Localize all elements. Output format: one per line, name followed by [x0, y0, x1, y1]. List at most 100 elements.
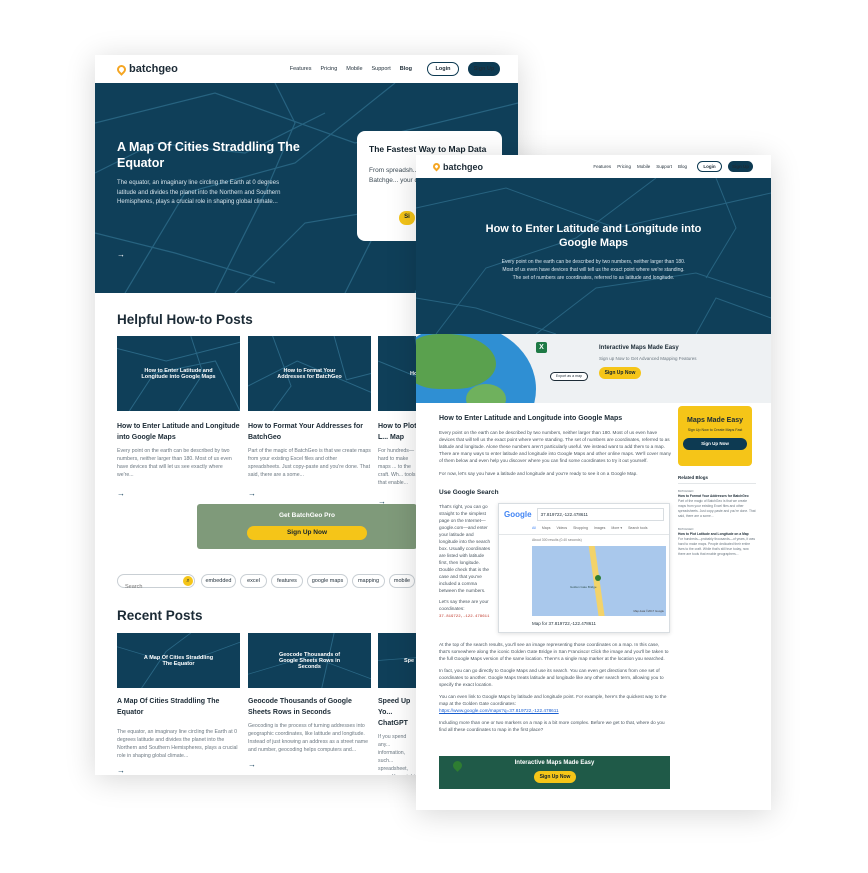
- related-item[interactable]: BATCHGEO How to Format Your Addresses fo…: [678, 489, 756, 519]
- article-hero: How to Enter Latitude and Longitude into…: [416, 178, 771, 334]
- coordinates-code: 37.819722,-122.478611: [439, 615, 490, 619]
- google-maps-link[interactable]: https://www.google.com/maps?q=37.819722,…: [439, 707, 671, 714]
- banner-subtitle: Sign up Now to Get Advanced Mapping Feat…: [599, 356, 697, 361]
- recent-card[interactable]: Geocode Thousands of Google Sheets Rows …: [248, 633, 371, 769]
- google-tab[interactable]: Videos: [556, 525, 567, 532]
- banner-title: Interactive Maps Made Easy: [599, 345, 679, 351]
- site-header: batchgeo Features Pricing Mobile Support…: [416, 155, 771, 178]
- tag-google-maps[interactable]: google maps: [307, 574, 348, 588]
- nav-blog[interactable]: Blog: [400, 66, 412, 72]
- google-search-screenshot: Google 37.819722,-122.478611 All Maps Vi…: [498, 503, 670, 633]
- tag-mapping[interactable]: mapping: [352, 574, 385, 588]
- sidebar-signup-button[interactable]: Sign Up Now: [683, 438, 747, 450]
- section-heading: Use Google Search: [439, 489, 499, 496]
- nav-blog[interactable]: Blog: [678, 164, 687, 169]
- howto-card[interactable]: How to Enter Latitude and Longitude into…: [117, 336, 240, 498]
- nav-features[interactable]: Features: [290, 66, 312, 72]
- post-thumbnail: How to Enter Latitude and Longitude into…: [117, 336, 240, 411]
- nav-pricing[interactable]: Pricing: [320, 66, 337, 72]
- post-title: How to Enter Latitude and Longitude into…: [117, 423, 240, 441]
- article-title: How to Enter Latitude and Longitude into…: [439, 415, 623, 422]
- map-lines-background: [416, 178, 771, 334]
- recent-card[interactable]: A Map Of Cities Straddling The Equator A…: [117, 633, 240, 775]
- search-bar: ⌕: [117, 574, 195, 593]
- google-tab[interactable]: Shopping: [573, 525, 588, 532]
- map-pin-icon: [115, 62, 128, 76]
- nav-mobile[interactable]: Mobile: [346, 66, 362, 72]
- read-more-arrow-icon[interactable]: →: [248, 760, 371, 769]
- google-tab[interactable]: Search tools: [628, 525, 647, 532]
- post-excerpt: Every point on the earth can be describe…: [117, 448, 232, 478]
- google-result-count: About 300 results (0.40 seconds): [532, 538, 582, 542]
- howto-card[interactable]: How to Format Your Addresses for BatchGe…: [248, 336, 371, 498]
- hero-arrow-icon[interactable]: →: [117, 250, 125, 259]
- article-body: How to Enter Latitude and Longitude into…: [439, 415, 671, 733]
- post-title: How to Format Your Addresses for BatchGe…: [248, 423, 363, 441]
- read-more-arrow-icon[interactable]: →: [117, 489, 240, 498]
- globe-illustration: [416, 334, 536, 403]
- post-excerpt: Geocoding is the process of turning addr…: [248, 723, 368, 753]
- login-button[interactable]: Login: [427, 62, 459, 76]
- bottom-cta-banner: Interactive Maps Made Easy Sign Up Now: [439, 756, 670, 789]
- tag-mobile[interactable]: mobile: [389, 574, 415, 588]
- pro-title: Get BatchGeo Pro: [279, 512, 335, 519]
- article-hero-title: How to Enter Latitude and Longitude into…: [485, 223, 702, 249]
- tag-excel[interactable]: excel: [240, 574, 267, 588]
- blog-article-page: batchgeo Features Pricing Mobile Support…: [416, 155, 771, 810]
- nav-mobile[interactable]: Mobile: [637, 164, 650, 169]
- post-excerpt: Part of the magic of BatchGeo is that we…: [248, 448, 371, 478]
- export-as-map-button[interactable]: Export as a map: [550, 372, 588, 381]
- search-input[interactable]: [118, 581, 174, 593]
- banner-signup-button[interactable]: Sign Up Now: [599, 367, 641, 379]
- nav-pricing[interactable]: Pricing: [617, 164, 631, 169]
- sidebar-cta-title: Maps Made Easy: [686, 417, 744, 424]
- nav-support[interactable]: Support: [656, 164, 672, 169]
- article-paragraph: Let's say these are your coordinates:: [439, 599, 489, 611]
- article-paragraph: Every point on the earth can be describe…: [439, 430, 671, 463]
- google-tab[interactable]: Images: [594, 525, 605, 532]
- pro-signup-button[interactable]: Sign Up Now: [247, 526, 367, 540]
- google-tab[interactable]: Maps: [542, 525, 551, 532]
- tag-features[interactable]: features: [271, 574, 303, 588]
- read-more-arrow-icon[interactable]: →: [248, 489, 371, 498]
- post-excerpt: If you spend any... information, such...…: [378, 734, 415, 775]
- article-paragraph: That's right, you can go straight to the…: [439, 504, 491, 593]
- batchgeo-logo[interactable]: batchgeo: [115, 62, 178, 76]
- post-thumbnail: Geocode Thousands of Google Sheets Rows …: [248, 633, 371, 688]
- post-title: Speed Up Yo... ChatGPT: [378, 698, 411, 727]
- post-excerpt: For hundreds— hard to make maps ... to t…: [378, 448, 416, 486]
- hero-title: A Map Of Cities Straddling The Equator: [117, 140, 300, 170]
- related-blogs: Related Blogs BATCHGEO How to Format You…: [678, 475, 756, 557]
- google-logo: Google: [504, 510, 532, 519]
- read-more-arrow-icon[interactable]: →: [117, 766, 240, 775]
- google-query-input[interactable]: 37.819722,-122.478611: [536, 508, 664, 521]
- article-paragraph: For now, let's say you have a latitude a…: [439, 471, 638, 476]
- map-footer: Map data ©2017 Google: [633, 609, 664, 613]
- post-title: How to Plot L... Map: [378, 423, 417, 441]
- google-map-preview[interactable]: Golden Gate Bridge Map data ©2017 Google: [532, 546, 666, 616]
- login-button[interactable]: Login: [697, 161, 722, 172]
- tag-embedded[interactable]: embedded: [201, 574, 236, 588]
- main-nav: Features Pricing Mobile Support Blog Log…: [290, 62, 500, 76]
- post-excerpt: The equator, an imaginary line circling …: [117, 729, 238, 759]
- post-title: Geocode Thousands of Google Sheets Rows …: [248, 698, 352, 716]
- batchgeo-logo[interactable]: batchgeo: [431, 161, 483, 172]
- main-nav: Features Pricing Mobile Support Blog Log…: [593, 161, 753, 172]
- bottom-cta-button[interactable]: Sign Up Now: [534, 771, 576, 783]
- sign-up-button[interactable]: Sign Up: [728, 161, 753, 172]
- google-tab[interactable]: All: [532, 525, 536, 532]
- google-tab[interactable]: More ▾: [611, 525, 622, 532]
- article-paragraph: You can even link to Google Maps by lati…: [439, 694, 667, 706]
- promo-button[interactable]: Si: [399, 211, 415, 225]
- search-icon[interactable]: ⌕: [183, 576, 193, 586]
- sidebar-cta: Maps Made Easy Sign Up Now to Create Map…: [678, 406, 752, 466]
- nav-features[interactable]: Features: [593, 164, 611, 169]
- map-pin-icon: [431, 161, 442, 172]
- hero-text: The equator, an imaginary line circling …: [117, 180, 281, 205]
- post-title: A Map Of Cities Straddling The Equator: [117, 698, 220, 716]
- sign-up-button[interactable]: Sign Up: [468, 62, 500, 76]
- article-paragraph: In fact, you can go directly to Google M…: [439, 668, 664, 687]
- related-item[interactable]: BATCHGEO How to Plot Latitude and Longit…: [678, 527, 756, 557]
- article-paragraph: Including more than one or two markers o…: [439, 720, 665, 732]
- nav-support[interactable]: Support: [372, 66, 391, 72]
